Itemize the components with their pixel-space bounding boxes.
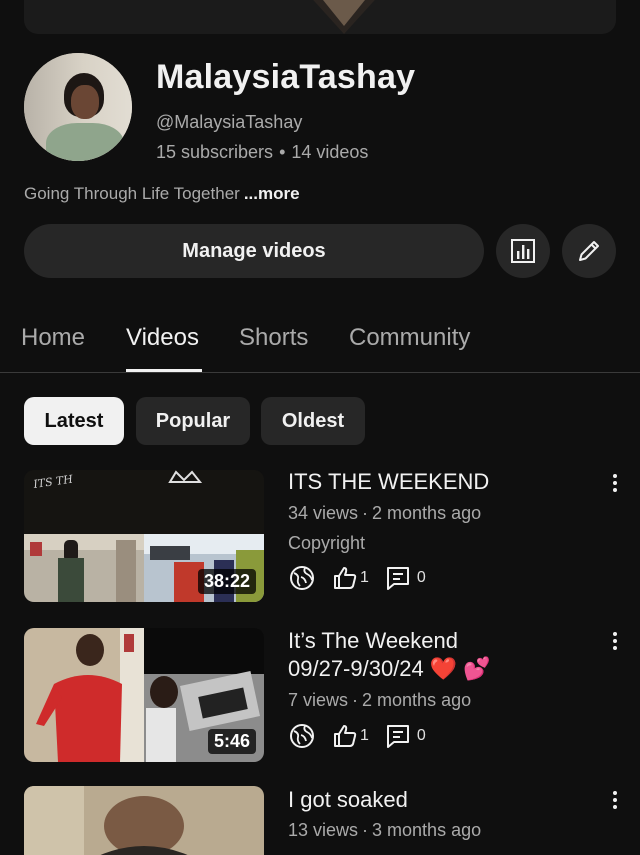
- tab-shorts[interactable]: Shorts: [239, 324, 308, 352]
- upload-age: 3 months ago: [372, 820, 482, 840]
- channel-avatar[interactable]: [24, 53, 132, 161]
- view-count: 34 views: [288, 503, 359, 523]
- pencil-icon: [579, 241, 599, 261]
- filter-latest[interactable]: Latest: [24, 397, 124, 445]
- more-options-icon[interactable]: [606, 470, 624, 496]
- video-meta: 34 views · 2 months ago: [288, 503, 481, 524]
- globe-icon[interactable]: [288, 722, 316, 750]
- video-thumbnail[interactable]: [24, 786, 264, 855]
- filter-oldest[interactable]: Oldest: [261, 397, 365, 445]
- description-text: Going Through Life Together: [24, 184, 240, 203]
- comment-count: 0: [416, 727, 426, 744]
- video-title[interactable]: ITS THE WEEKEND: [288, 468, 489, 496]
- upload-age: 2 months ago: [362, 690, 472, 710]
- comment-icon[interactable]: [385, 723, 411, 749]
- filter-popular[interactable]: Popular: [136, 397, 250, 445]
- tab-videos[interactable]: Videos: [126, 324, 199, 352]
- channel-description[interactable]: Going Through Life Together ...more: [24, 184, 300, 204]
- more-options-icon[interactable]: [606, 628, 624, 654]
- bar-chart-icon: [511, 239, 535, 263]
- like-icon[interactable]: [332, 723, 358, 749]
- video-duration: 38:22: [197, 569, 256, 594]
- channel-name: MalaysiaTashay: [156, 58, 416, 96]
- video-count: 14 videos: [291, 142, 369, 162]
- video-title[interactable]: I got soaked: [288, 786, 408, 814]
- comment-count: 0: [416, 569, 426, 586]
- active-tab-indicator: [126, 369, 202, 372]
- view-count: 7 views: [288, 690, 349, 710]
- tab-home[interactable]: Home: [21, 324, 85, 352]
- globe-icon[interactable]: [288, 564, 316, 592]
- video-actions: 1 0: [288, 564, 426, 592]
- subscriber-count: 15 subscribers: [156, 142, 274, 162]
- video-meta: 7 views · 2 months ago: [288, 690, 471, 711]
- analytics-button[interactable]: [496, 224, 550, 278]
- video-duration: 5:46: [207, 729, 256, 754]
- stats-separator: •: [279, 142, 286, 162]
- like-icon[interactable]: [332, 565, 358, 591]
- manage-videos-button[interactable]: Manage videos: [24, 224, 484, 278]
- video-title-line1[interactable]: It’s The Weekend: [288, 627, 458, 655]
- comment-icon[interactable]: [385, 565, 411, 591]
- channel-tabs: Home Videos Shorts Community: [0, 316, 640, 373]
- banner-image-detail: [302, 0, 386, 26]
- more-options-icon[interactable]: [606, 787, 624, 813]
- upload-age: 2 months ago: [372, 503, 482, 523]
- channel-handle: @MalaysiaTashay: [156, 112, 303, 132]
- like-count: 1: [360, 569, 369, 586]
- copyright-label[interactable]: Copyright: [288, 533, 365, 554]
- video-actions: 1 0: [288, 722, 426, 750]
- meta-separator: ·: [362, 820, 369, 840]
- edit-channel-button[interactable]: [562, 224, 616, 278]
- video-title-line2[interactable]: 09/27-9/30/24 ❤️ 💕: [288, 655, 491, 683]
- meta-separator: ·: [352, 690, 359, 710]
- channel-banner[interactable]: [24, 0, 616, 34]
- video-meta: 13 views · 3 months ago: [288, 820, 481, 841]
- like-count: 1: [360, 727, 369, 744]
- channel-stats: 15 subscribers • 14 videos: [156, 142, 368, 163]
- video-thumbnail[interactable]: 5:46: [24, 628, 264, 762]
- view-count: 13 views: [288, 820, 359, 840]
- more-link[interactable]: ...more: [244, 184, 300, 203]
- tab-community[interactable]: Community: [349, 324, 470, 352]
- meta-separator: ·: [362, 503, 369, 523]
- video-thumbnail[interactable]: ITS TH 38:22: [24, 470, 264, 602]
- thumbnail-image: [24, 786, 264, 855]
